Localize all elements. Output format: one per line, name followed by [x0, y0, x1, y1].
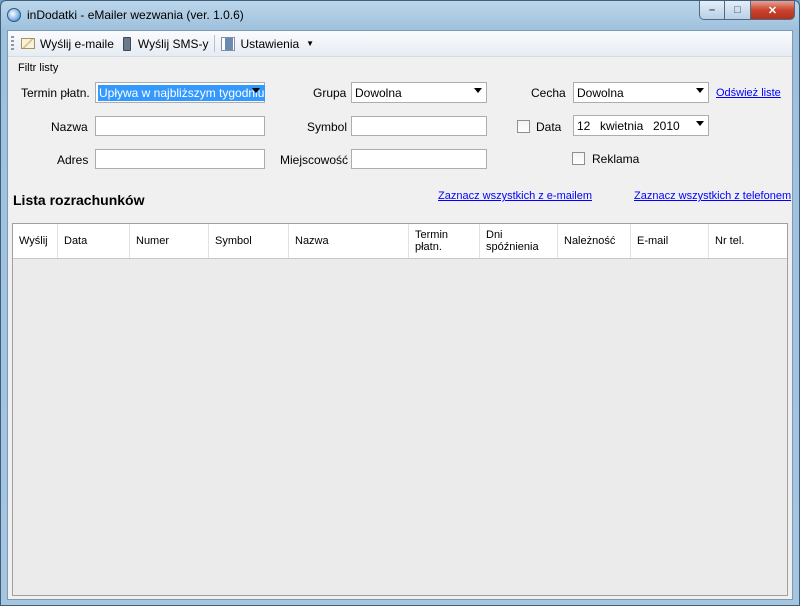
- toolbar-separator: [214, 35, 216, 52]
- column-header-late-label-2: spóźnienia: [486, 241, 539, 253]
- termin-combo-value: Upływa w najbliższym tygodniu: [98, 85, 266, 101]
- send-emails-button[interactable]: Wyślij e-maile: [18, 33, 117, 54]
- app-window: inDodatki - eMailer wezwania (ver. 1.0.6…: [0, 0, 800, 606]
- date-year: 2010: [653, 119, 680, 133]
- toolbar-grip[interactable]: [11, 36, 14, 51]
- column-header-send[interactable]: Wyślij: [13, 224, 58, 258]
- column-header-name[interactable]: Nazwa: [289, 224, 409, 258]
- column-header-due-label-2: płatn.: [415, 241, 442, 253]
- column-header-due-label-1: Termin: [415, 229, 449, 241]
- column-header-late[interactable]: Dni spóźnienia: [480, 224, 558, 258]
- send-sms-label: Wyślij SMS-y: [137, 36, 209, 51]
- column-header-phone-label: Nr tel.: [715, 235, 745, 247]
- accounts-grid[interactable]: Wyślij Data Numer Symbol Nazwa Termin pł…: [12, 223, 788, 596]
- column-header-amount-label: Należność: [564, 235, 616, 247]
- grupa-combo[interactable]: Dowolna: [351, 82, 487, 103]
- cecha-combo[interactable]: Dowolna: [573, 82, 709, 103]
- list-title: Lista rozrachunków: [13, 192, 145, 208]
- close-button[interactable]: ✕: [751, 1, 795, 20]
- grid-header: Wyślij Data Numer Symbol Nazwa Termin pł…: [13, 224, 787, 259]
- symbol-field[interactable]: [351, 116, 487, 136]
- date-month: kwietnia: [600, 119, 644, 133]
- grupa-combo-value: Dowolna: [355, 86, 402, 100]
- data-checkbox[interactable]: [517, 120, 530, 133]
- app-icon[interactable]: [7, 8, 21, 22]
- refresh-list-link[interactable]: Odśwież liste: [716, 87, 781, 99]
- select-all-phone-link[interactable]: Zaznacz wszystkich z telefonem: [634, 190, 791, 202]
- column-header-email[interactable]: E-mail: [631, 224, 709, 258]
- data-label: Data: [536, 120, 562, 134]
- column-header-number[interactable]: Numer: [130, 224, 209, 258]
- mail-icon: [21, 38, 35, 49]
- column-header-send-label: Wyślij: [19, 235, 48, 247]
- date-picker[interactable]: 12 kwietnia 2010: [573, 115, 709, 136]
- settings-dropdown-button[interactable]: Ustawienia ▼: [218, 33, 317, 54]
- cecha-label: Cecha: [531, 86, 566, 100]
- settings-label: Ustawienia: [240, 36, 300, 51]
- close-icon: ✕: [767, 4, 778, 17]
- termin-label: Termin płatn.: [21, 86, 90, 100]
- select-all-email-link[interactable]: Zaznacz wszystkich z e-mailem: [438, 190, 592, 202]
- column-header-date-label: Data: [64, 235, 88, 247]
- maximize-button[interactable]: □: [725, 1, 751, 20]
- column-header-date[interactable]: Data: [58, 224, 130, 258]
- minimize-button[interactable]: –: [699, 1, 725, 20]
- column-header-due[interactable]: Termin płatn.: [409, 224, 480, 258]
- cecha-combo-value: Dowolna: [577, 86, 624, 100]
- adres-field[interactable]: [95, 149, 265, 169]
- send-emails-label: Wyślij e-maile: [40, 36, 114, 51]
- reklama-label: Reklama: [592, 152, 640, 166]
- title-bar[interactable]: inDodatki - eMailer wezwania (ver. 1.0.6…: [1, 1, 799, 29]
- caption-buttons: – □ ✕: [699, 1, 795, 21]
- chevron-down-icon: [696, 121, 704, 126]
- grupa-label: Grupa: [313, 86, 347, 100]
- nazwa-field[interactable]: [95, 116, 265, 136]
- column-header-number-label: Numer: [136, 235, 170, 247]
- termin-combo[interactable]: Upływa w najbliższym tygodniu: [95, 82, 266, 103]
- column-header-late-label-1: Dni: [486, 229, 503, 241]
- chevron-down-icon: ▼: [306, 39, 315, 48]
- column-header-symbol[interactable]: Symbol: [209, 224, 289, 258]
- column-header-email-label: E-mail: [637, 235, 669, 247]
- column-header-name-label: Nazwa: [295, 235, 329, 247]
- column-header-amount[interactable]: Należność: [558, 224, 631, 258]
- chevron-down-icon: [252, 88, 260, 93]
- chevron-down-icon: [696, 88, 704, 93]
- filter-group-title: Filtr listy: [18, 62, 59, 74]
- client-area: Wyślij e-maile Wyślij SMS-y Ustawienia ▼…: [7, 30, 793, 600]
- adres-label: Adres: [57, 153, 89, 167]
- phone-icon: [122, 36, 131, 51]
- nazwa-label: Nazwa: [51, 120, 88, 134]
- toolbar: Wyślij e-maile Wyślij SMS-y Ustawienia ▼: [8, 31, 792, 57]
- miejscowosc-field[interactable]: [351, 149, 487, 169]
- send-sms-button[interactable]: Wyślij SMS-y: [117, 33, 212, 54]
- window-title: inDodatki - eMailer wezwania (ver. 1.0.6…: [27, 8, 244, 22]
- column-header-phone[interactable]: Nr tel.: [709, 224, 787, 258]
- miejscowosc-label: Miejscowość: [280, 153, 349, 167]
- column-header-symbol-label: Symbol: [215, 235, 252, 247]
- date-day: 12: [577, 119, 591, 133]
- reklama-checkbox[interactable]: [572, 152, 585, 165]
- settings-icon: [221, 36, 236, 51]
- symbol-label: Symbol: [307, 120, 348, 134]
- maximize-icon: □: [734, 4, 741, 16]
- chevron-down-icon: [474, 88, 482, 93]
- minimize-icon: –: [708, 4, 716, 16]
